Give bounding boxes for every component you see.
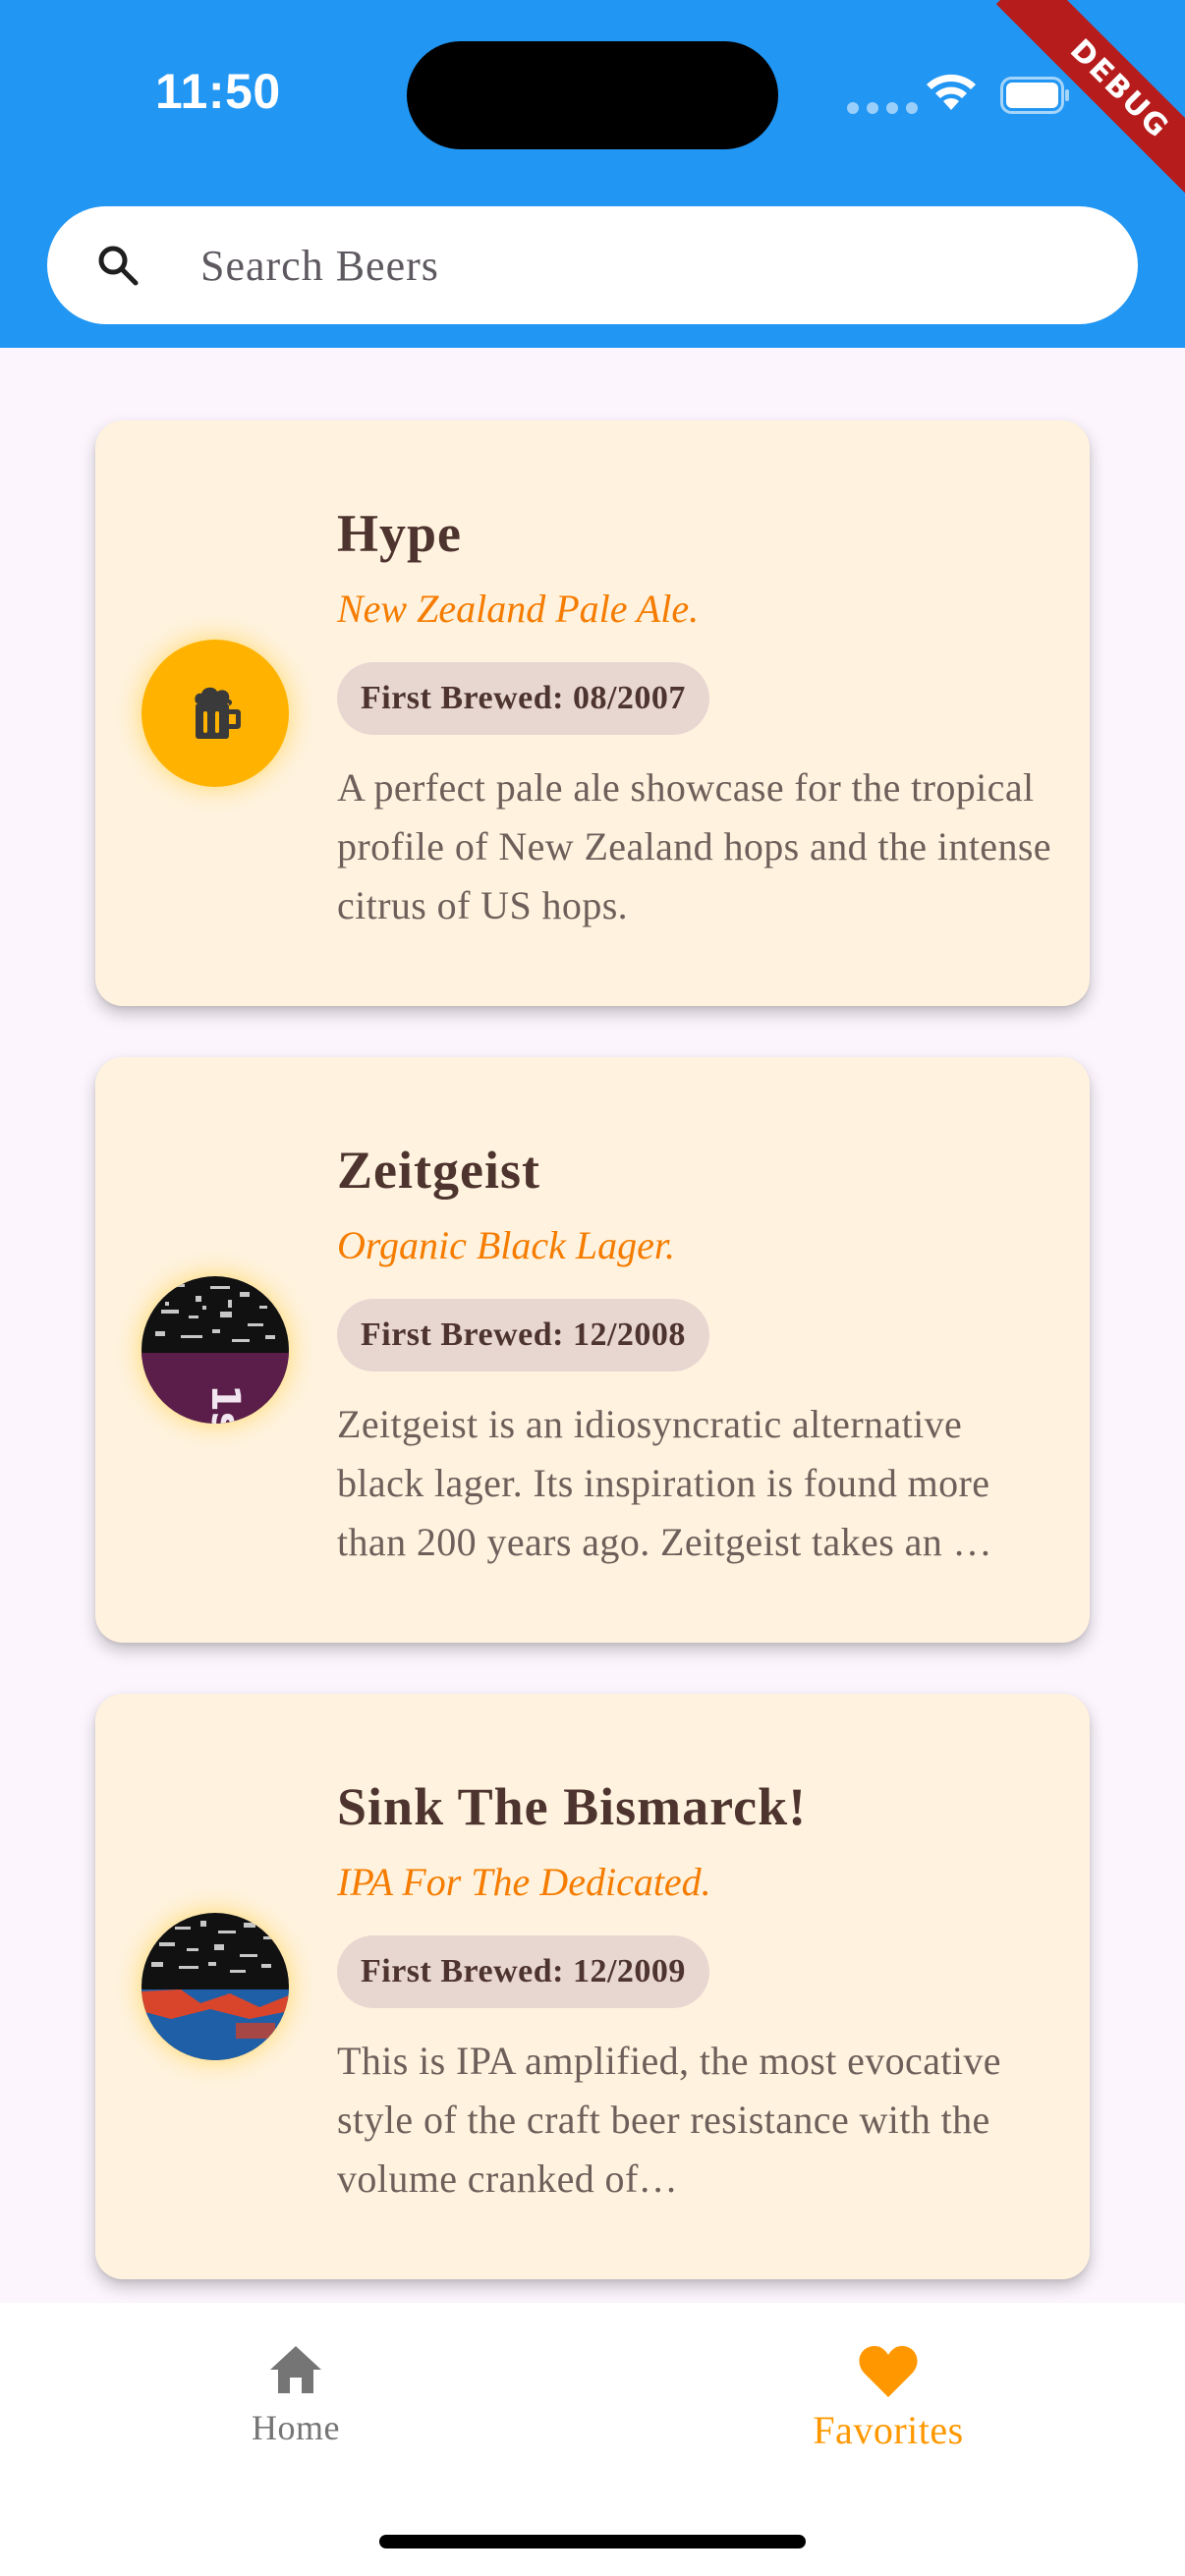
first-brewed-chip: First Brewed: 12/2009 (337, 1935, 709, 2008)
search-bar[interactable] (47, 206, 1138, 324)
beer-tagline: Organic Black Lager. (337, 1223, 676, 1267)
beer-tagline: IPA For The Dedicated. (337, 1860, 711, 1904)
beer-name: Zeitgeist (337, 1141, 540, 1200)
nav-favorites-label: Favorites (813, 2408, 964, 2452)
beer-card[interactable]: Hype New Zealand Pale Ale. First Brewed:… (95, 420, 1090, 1006)
beer-avatar (141, 1913, 289, 2060)
first-brewed-label: First Brewed: 08/2007 (361, 680, 686, 716)
debug-label: DEBUG (995, 0, 1185, 196)
beer-name: Hype (337, 504, 463, 563)
beer-mug-icon (195, 687, 241, 739)
first-brewed-label: First Brewed: 12/2008 (361, 1316, 686, 1353)
svg-text:1st: 1st (202, 1384, 248, 1424)
dynamic-island (407, 41, 778, 149)
home-indicator[interactable] (379, 2535, 806, 2548)
heart-icon (859, 2345, 918, 2397)
beer-tagline: New Zealand Pale Ale. (337, 587, 700, 631)
beer-label-image (141, 1913, 289, 2060)
beer-name: Sink The Bismarck! (337, 1777, 808, 1836)
status-time: 11:50 (155, 64, 281, 119)
beer-avatar: 1st (141, 1276, 289, 1424)
beer-label-image: 1st (141, 1276, 289, 1424)
first-brewed-chip: First Brewed: 08/2007 (337, 662, 709, 735)
nav-home[interactable]: Home (148, 2342, 443, 2448)
cellular-signal-icon (847, 102, 918, 114)
first-brewed-chip: First Brewed: 12/2008 (337, 1299, 709, 1372)
search-icon (98, 246, 139, 286)
wifi-icon (927, 74, 976, 110)
beer-card[interactable]: Sink The Bismarck! IPA For The Dedicated… (95, 1694, 1090, 2279)
beer-description: Zeitgeist is an idiosyncratic alternativ… (337, 1402, 992, 1564)
home-icon (270, 2346, 321, 2393)
app-bar: 11:50 DEBUG (0, 0, 1185, 348)
beer-card[interactable]: 1st Zeitgeist Organic Black Lager. First… (95, 1057, 1090, 1643)
search-input[interactable] (200, 206, 1085, 324)
debug-banner: DEBUG (988, 0, 1185, 196)
nav-favorites[interactable]: Favorites (741, 2342, 1036, 2453)
beer-avatar (141, 640, 289, 787)
first-brewed-label: First Brewed: 12/2009 (361, 1953, 686, 1989)
beer-description: A perfect pale ale showcase for the trop… (337, 765, 1051, 927)
beer-description: This is IPA amplified, the most evocativ… (337, 2039, 1001, 2201)
nav-home-label: Home (252, 2408, 340, 2447)
